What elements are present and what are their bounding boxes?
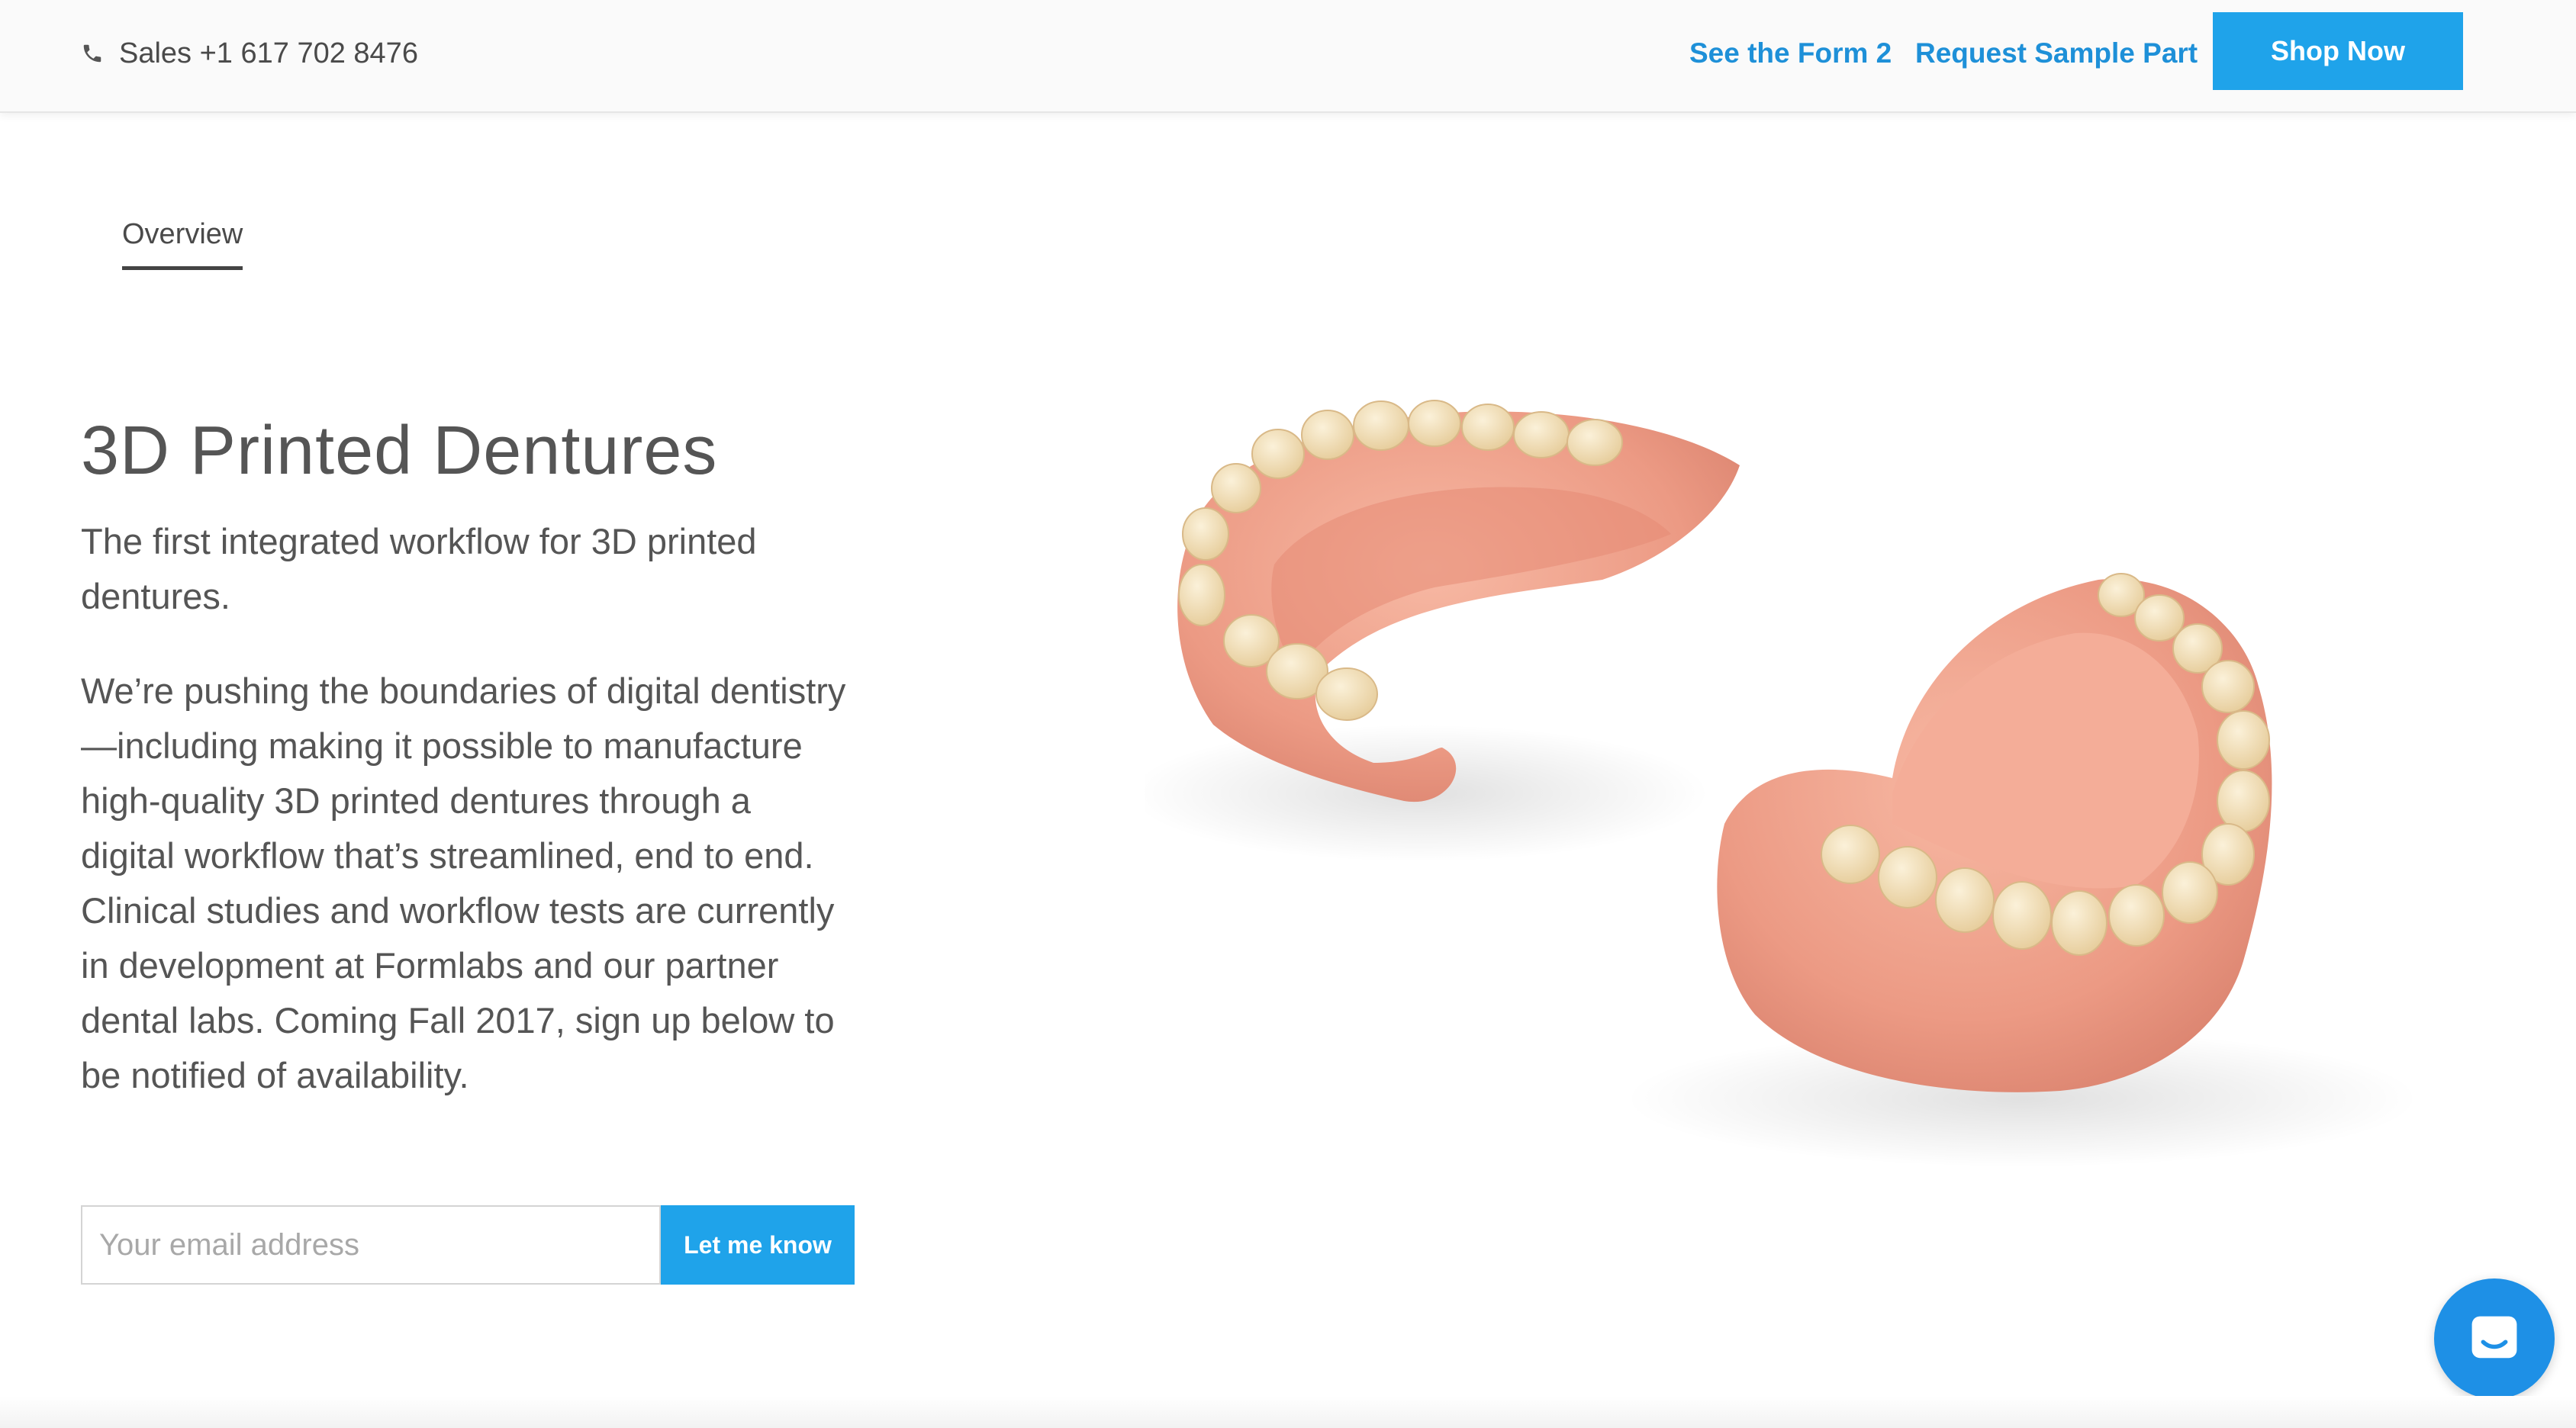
- page-title: 3D Printed Dentures: [81, 413, 718, 489]
- request-sample-link[interactable]: Request Sample Part: [1915, 31, 2198, 76]
- page-subtitle: The first integrated workflow for 3D pri…: [81, 521, 757, 616]
- shop-now-button[interactable]: Shop Now: [2213, 12, 2463, 90]
- sales-label: Sales +1 617 702 8476: [119, 37, 418, 69]
- lower-denture: [1717, 573, 2272, 1092]
- intro-paragraph: We’re pushing the boundaries of digital …: [81, 671, 846, 1095]
- phone-icon: [83, 44, 101, 63]
- chat-icon: [2471, 1316, 2517, 1359]
- email-field[interactable]: [81, 1205, 661, 1285]
- sales-phone[interactable]: Sales +1 617 702 8476: [81, 31, 418, 76]
- tab-overview[interactable]: Overview: [122, 218, 243, 270]
- top-bar: Sales +1 617 702 8476 See the Form 2 Req…: [0, 0, 2576, 113]
- let-me-know-button[interactable]: Let me know: [661, 1205, 855, 1285]
- see-form2-link[interactable]: See the Form 2: [1689, 31, 1892, 76]
- dentures-image: [1145, 400, 2419, 1167]
- page-bottom-fade: [0, 1396, 2576, 1428]
- chat-launcher-button[interactable]: [2434, 1278, 2555, 1399]
